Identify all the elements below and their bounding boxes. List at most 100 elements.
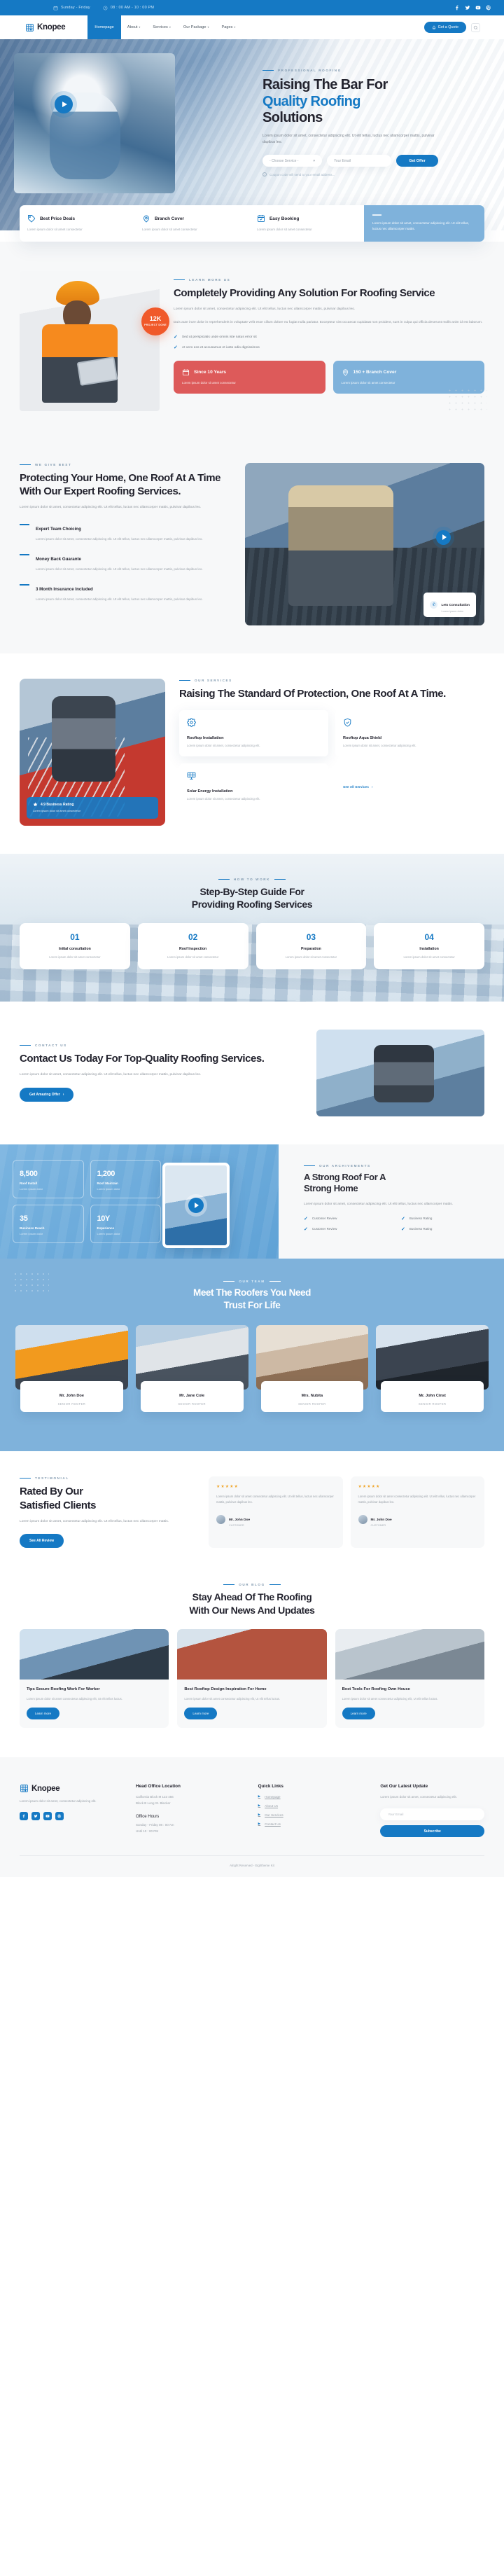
check-item: ✓ Sed ut perspiciatis unde omnis iste nat… xyxy=(174,334,484,340)
brand-logo[interactable]: Knopee xyxy=(25,23,66,32)
see-all-services-card[interactable]: See All Services › xyxy=(335,763,484,810)
member-role: SENIOR ROOFER xyxy=(418,1402,447,1406)
nav-item-homepage[interactable]: Homepage xyxy=(88,15,121,39)
team-member[interactable]: Mr. John Cinst SENIOR ROOFER xyxy=(376,1325,489,1413)
newsletter-email-input[interactable]: Your Email xyxy=(380,1808,485,1820)
post-text: Lorem ipsum dolor sit amet consectetur a… xyxy=(342,1696,438,1701)
nav-item-about[interactable]: About ▾ xyxy=(121,15,147,39)
feature-bar: Best Price Deals Lorem ipsum dolor sit a… xyxy=(20,205,484,242)
see-all-reviews-button[interactable]: See All Review xyxy=(20,1534,64,1549)
arrow-right-icon: ▶ xyxy=(258,1813,261,1817)
feature-text: Lorem ipsum dolor sit amet consectetur xyxy=(142,228,197,231)
service-text: Lorem ipsum dolor sit amet, consectetur … xyxy=(187,744,260,748)
footer-brand[interactable]: Knopee xyxy=(20,1784,118,1793)
rating-title: 4.9 Business Rating xyxy=(33,802,152,807)
facebook-icon[interactable] xyxy=(20,1812,28,1820)
hours-line-1: Sunday - Friday 08 : 00 Am xyxy=(136,1822,174,1827)
post-text: Lorem ipsum dolor sit amet consectetur a… xyxy=(27,1696,122,1701)
footer-columns: Knopee Lorem ipsum dolor sit amet, conse… xyxy=(20,1784,485,1837)
youtube-icon[interactable] xyxy=(475,5,481,11)
expert-content: WE GIVE BEST Protecting Your Home, One R… xyxy=(20,463,230,625)
nav-item-pages[interactable]: Pages ▾ xyxy=(216,15,242,39)
achievements-video-card[interactable] xyxy=(162,1162,230,1248)
pinterest-icon[interactable] xyxy=(55,1812,64,1820)
calendar-icon xyxy=(53,6,58,10)
twitter-icon[interactable] xyxy=(465,5,470,11)
stat-business-reach: 35 Business Reach Lorem ipsum dolor xyxy=(13,1204,84,1244)
service-card-rooftop-installation[interactable]: Rooftop Installation Lorem ipsum dolor s… xyxy=(179,710,328,756)
steps-title-line1: Step-By-Step Guide For xyxy=(200,885,304,897)
reviewer-name: Mr. John Doe xyxy=(229,1518,251,1522)
youtube-icon[interactable] xyxy=(43,1812,52,1820)
chevron-down-icon: ▾ xyxy=(313,158,315,163)
coupon-note-text: Coupon code will send to your email addr… xyxy=(270,172,335,176)
footer-link-contact-us[interactable]: ▶ Contact Us xyxy=(258,1822,363,1826)
service-select[interactable]: - Choose Service - ▾ xyxy=(262,155,322,167)
blog-post[interactable]: Tips Secure Roofing Work For Worker Lorem… xyxy=(20,1628,169,1729)
stat-label: Roof Maintain xyxy=(97,1181,118,1185)
blog-post[interactable]: Best Rooftop Design Inspiration For Home… xyxy=(177,1628,327,1729)
learn-more-button[interactable]: Learn more xyxy=(342,1708,375,1720)
stat-text: Lorem ipsum dolor xyxy=(97,1231,120,1235)
team-member[interactable]: Mr. John Doe SENIOR ROOFER xyxy=(15,1325,128,1413)
get-quote-button[interactable]: Get a Quote xyxy=(424,22,466,33)
solar-panel-icon xyxy=(187,772,196,780)
hero-play-button[interactable] xyxy=(55,95,73,113)
team-member[interactable]: Mr. Jane Cole SENIOR ROOFER xyxy=(135,1325,248,1413)
hero-title-line1: Raising The Bar For xyxy=(262,77,388,92)
search-icon[interactable] xyxy=(471,22,480,32)
footer-link-about-us[interactable]: ▶ About Us xyxy=(258,1803,363,1808)
step-card-02: 02 Roof Inspection Lorem ipsum dolor sit a… xyxy=(137,923,248,969)
expert-feature-item: Money Back Guarante Lorem ipsum dolor sit… xyxy=(20,551,230,572)
achievements-play-button[interactable] xyxy=(188,1197,204,1213)
footer-link-homepage[interactable]: ▶ Homepage xyxy=(258,1794,363,1799)
brand-name: Knopee xyxy=(37,23,66,32)
service-select-value: - Choose Service - xyxy=(270,158,299,163)
post-image xyxy=(177,1628,327,1680)
blog-post[interactable]: Best Tools For Roofing Own House Lorem ip… xyxy=(335,1628,484,1729)
post-title: Best Tools For Roofing Own House xyxy=(342,1687,410,1691)
step-title: Roof Inspection xyxy=(179,947,207,952)
topbar-info: Sunday - Friday 08 : 00 AM - 10 : 00 PM xyxy=(53,6,154,11)
twitter-icon[interactable] xyxy=(31,1812,40,1820)
check-icon: ✓ xyxy=(304,1216,308,1221)
hero-eyebrow: PROFESSIONAL ROOFING xyxy=(262,69,486,72)
email-input[interactable]: Your Email xyxy=(327,155,391,167)
nav-item-services[interactable]: Services ▾ xyxy=(146,15,176,39)
footer-brand-column: Knopee Lorem ipsum dolor sit amet, conse… xyxy=(20,1784,118,1837)
facebook-icon[interactable] xyxy=(454,5,460,11)
see-all-services-link[interactable]: See All Services › xyxy=(343,786,373,789)
copyright-bar: Alright Reserved - Eightheme Kit xyxy=(20,1855,484,1877)
expert-title: Protecting Your Home, One Roof At A Time… xyxy=(20,471,221,498)
nav-label: Homepage xyxy=(94,25,114,29)
team-member[interactable]: Mrs. Nubita SENIOR ROOFER xyxy=(255,1325,369,1413)
learn-more-button[interactable]: Learn more xyxy=(184,1708,218,1720)
promo-divider xyxy=(372,214,382,216)
member-name: Mr. Jane Cole xyxy=(179,1394,205,1399)
play-icon xyxy=(195,1202,199,1208)
service-card-aqua-shield[interactable]: Rooftop Aqua Shield Lorem ipsum dolor si… xyxy=(335,710,484,756)
nav-item-our-package[interactable]: Our Package ▾ xyxy=(177,15,216,39)
expert-play-button[interactable] xyxy=(436,529,451,545)
arrow-right-icon: › xyxy=(62,1092,64,1097)
feature-text: Lorem ipsum dolor sit amet consectetur xyxy=(27,228,83,231)
get-offer-cta-button[interactable]: Get Amazing Offer › xyxy=(20,1087,74,1102)
get-offer-button[interactable]: Get Offer xyxy=(396,155,438,167)
learn-more-button[interactable]: Learn more xyxy=(27,1708,60,1720)
star-icon xyxy=(33,802,38,807)
testimonials-eyebrow: TESTIMONIAL xyxy=(20,1476,195,1480)
check-item: ✓ Business Rating xyxy=(401,1216,433,1221)
pinterest-icon[interactable] xyxy=(486,5,491,11)
consultation-card[interactable]: ✆ Lets Consultation Lorem ipsum dolor xyxy=(424,592,476,617)
member-photo xyxy=(15,1325,128,1390)
achievements-title: A Strong Roof For A Strong Home xyxy=(304,1172,487,1196)
service-card-solar-energy[interactable]: Solar Energy Installation Lorem ipsum do… xyxy=(179,763,328,810)
nav-actions: Get a Quote xyxy=(424,22,480,33)
subscribe-button[interactable]: Subscribe xyxy=(380,1825,485,1837)
footer-link-our-services[interactable]: ▶ Our Services xyxy=(258,1813,363,1817)
get-quote-label: Get a Quote xyxy=(438,25,458,29)
dash-icon xyxy=(20,554,29,556)
expert-feature-item: 3 Month Insurance Included Lorem ipsum do… xyxy=(20,581,230,602)
worker-illustration xyxy=(373,1044,434,1102)
feature-title: Branch Cover xyxy=(155,216,184,221)
